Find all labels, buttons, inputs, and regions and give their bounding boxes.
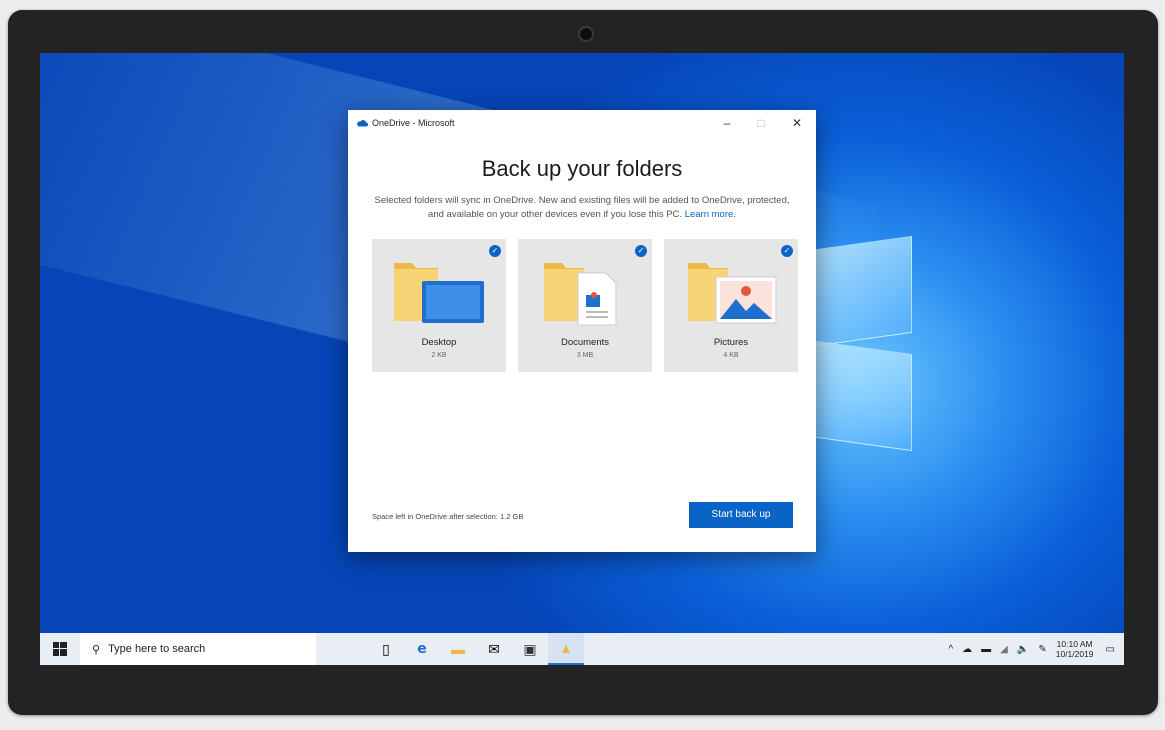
checkmark-icon[interactable]: ✓ xyxy=(781,245,793,257)
network-icon[interactable]: ◢ xyxy=(1000,644,1008,655)
pen-icon[interactable]: ✎ xyxy=(1038,644,1046,655)
window-title: OneDrive - Microsoft xyxy=(372,118,455,128)
start-button[interactable] xyxy=(40,633,80,665)
folder-size: 4 KB xyxy=(723,352,739,359)
pictures-folder-icon xyxy=(688,263,777,324)
onedrive-setup-icon[interactable]: ▲ xyxy=(548,633,584,665)
date: 10/1/2019 xyxy=(1055,649,1094,659)
taskbar: ⚲ Type here to search ▯ e ▬ ✉ ▣ ▲ ^ ☁ ▬ … xyxy=(40,633,1124,665)
desktop-folder-icon xyxy=(394,263,484,323)
onedrive-dialog: OneDrive - Microsoft – □ ✕ Back up your … xyxy=(348,110,816,552)
folder-card-documents[interactable]: ✓ Documents 3 MB xyxy=(518,239,652,372)
folder-name: Pictures xyxy=(713,337,749,348)
onedrive-cloud-icon xyxy=(357,120,368,127)
learn-more-link[interactable]: Learn more. xyxy=(685,209,736,220)
camera-icon xyxy=(578,26,594,42)
start-back-up-button[interactable]: Start back up xyxy=(689,502,793,528)
checkmark-icon[interactable]: ✓ xyxy=(489,245,501,257)
time: 10:10 AM xyxy=(1056,639,1093,649)
folder-size: 2 KB xyxy=(431,352,447,359)
clock[interactable]: 10:10 AM 10/1/2019 xyxy=(1056,639,1094,659)
onedrive-tray-icon[interactable]: ☁ xyxy=(962,644,972,655)
desktop: OneDrive - Microsoft – □ ✕ Back up your … xyxy=(40,53,1124,665)
folder-name: Desktop xyxy=(421,337,457,348)
file-explorer-icon[interactable]: ▬ xyxy=(440,633,476,665)
close-button[interactable]: ✕ xyxy=(782,114,812,132)
search-box[interactable]: ⚲ Type here to search xyxy=(80,633,316,665)
task-view-icon[interactable]: ▯ xyxy=(368,633,404,665)
space-left-text: Space left in OneDrive after selection: … xyxy=(372,512,524,521)
checkmark-icon[interactable]: ✓ xyxy=(635,245,647,257)
action-center-icon[interactable]: ▭ xyxy=(1106,644,1115,655)
folder-size: 3 MB xyxy=(576,352,594,359)
folder-card-pictures[interactable]: ✓ Pictures 4 KB xyxy=(664,239,798,372)
mail-icon[interactable]: ✉ xyxy=(476,633,512,665)
maximize-button[interactable]: □ xyxy=(746,114,776,132)
documents-folder-icon xyxy=(544,263,617,326)
minimize-button[interactable]: – xyxy=(712,114,742,132)
volume-icon[interactable]: 🔈 xyxy=(1017,644,1029,655)
dialog-description: Selected folders will sync in OneDrive. … xyxy=(366,194,798,222)
search-icon: ⚲ xyxy=(92,643,101,656)
folder-name: Documents xyxy=(560,337,610,348)
store-icon[interactable]: ▣ xyxy=(512,633,548,665)
dialog-heading: Back up your folders xyxy=(481,156,683,181)
windows-start-icon xyxy=(53,642,67,656)
windows-logo-wallpaper xyxy=(800,235,912,452)
search-placeholder: Type here to search xyxy=(108,643,206,655)
system-tray: ^ ☁ ▬ ◢ 🔈 ✎ 10:10 AM 10/1/2019 ▭ xyxy=(948,633,1124,665)
chevron-up-icon[interactable]: ^ xyxy=(948,644,953,655)
folder-card-desktop[interactable]: ✓ Desktop 2 KB xyxy=(372,239,506,372)
battery-icon[interactable]: ▬ xyxy=(981,644,991,655)
title-bar: OneDrive - Microsoft – □ ✕ xyxy=(348,110,816,136)
edge-icon[interactable]: e xyxy=(404,633,440,665)
